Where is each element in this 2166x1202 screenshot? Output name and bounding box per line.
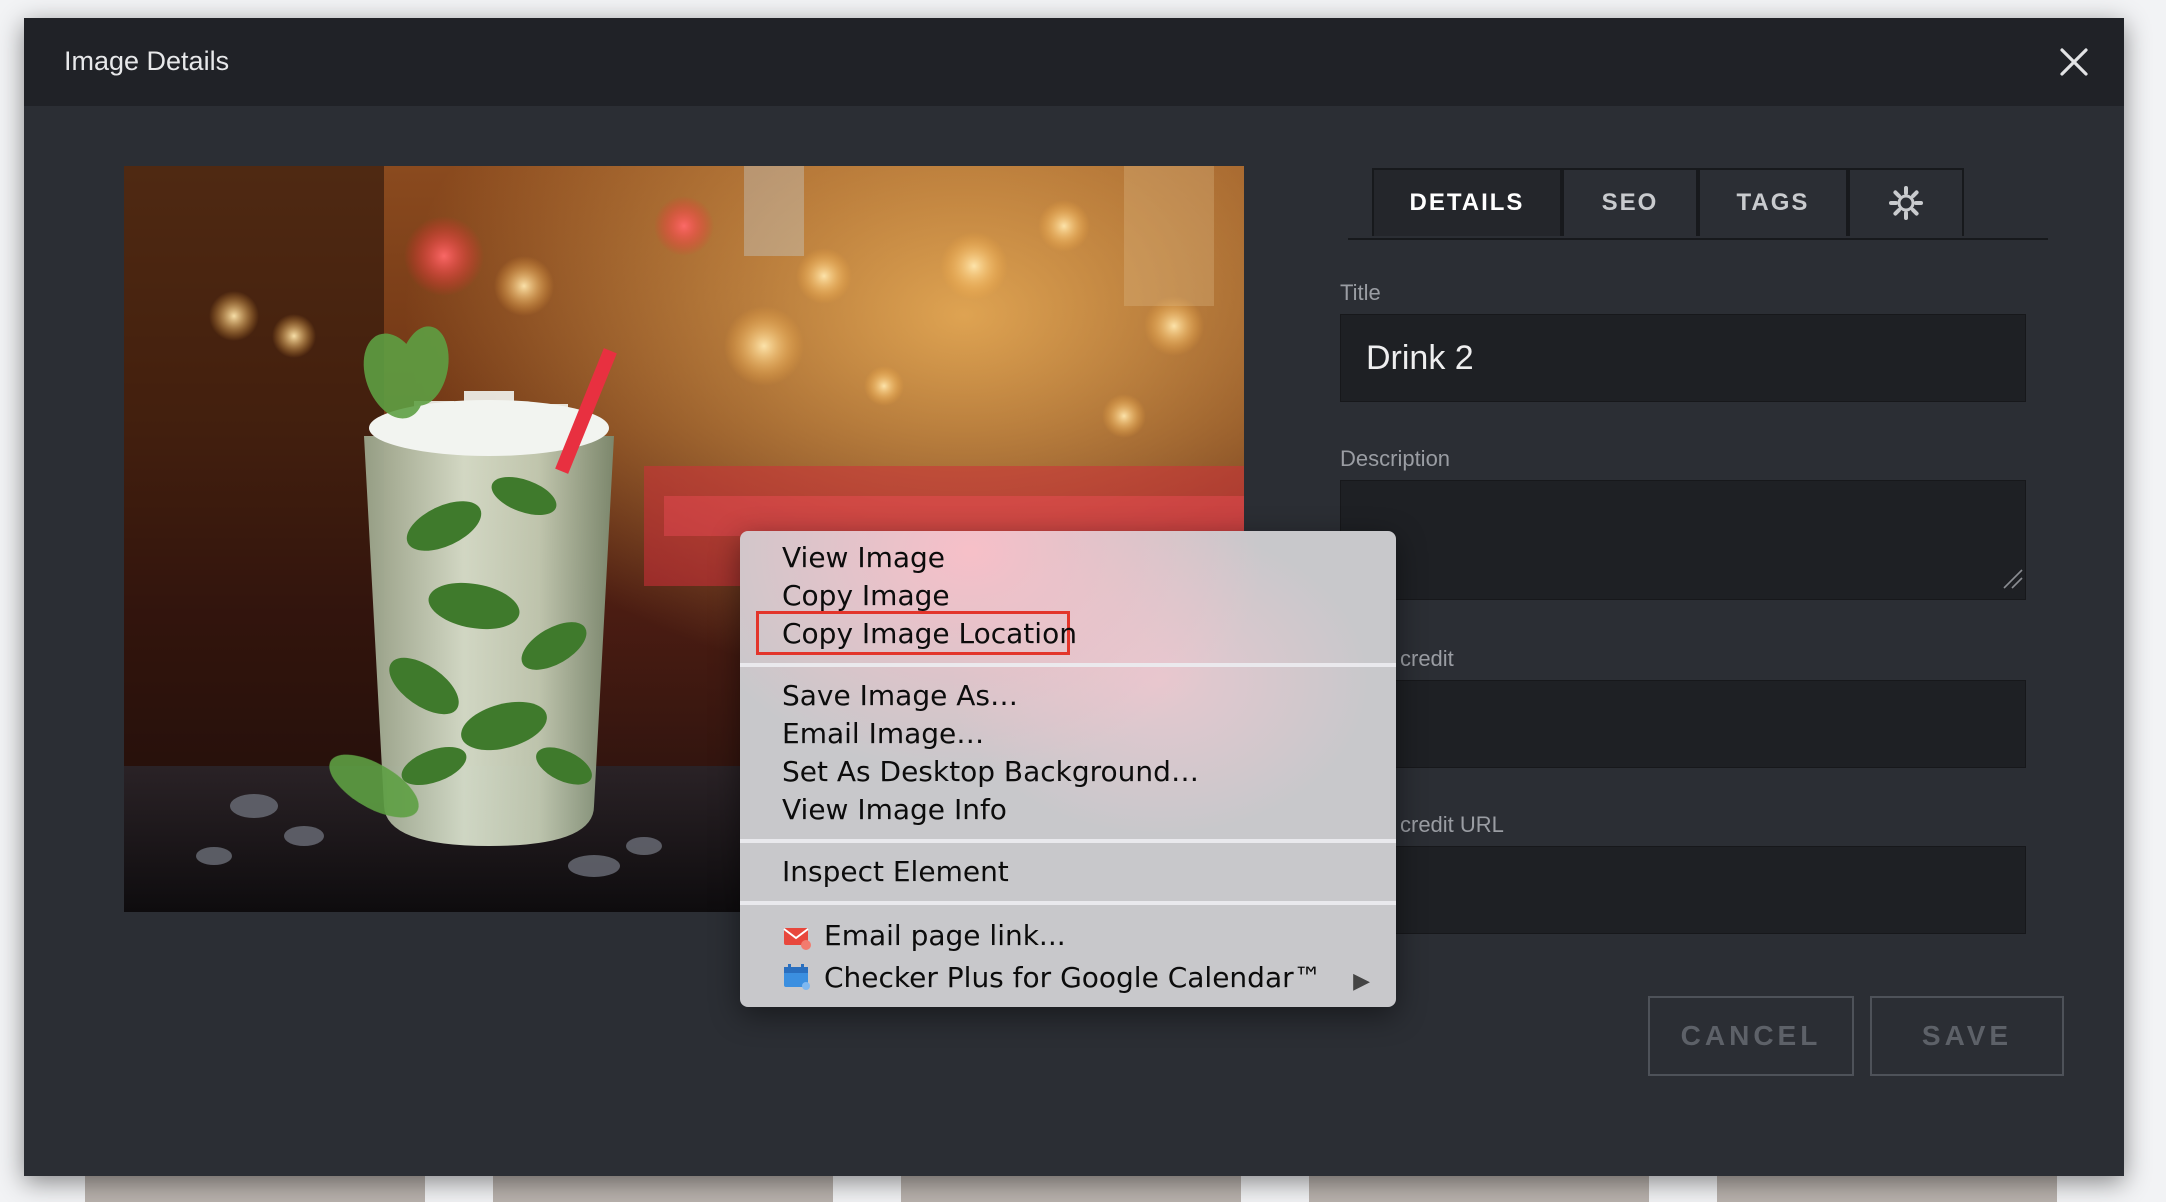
email-icon <box>783 928 811 950</box>
menu-separator <box>740 663 1396 667</box>
close-button[interactable] <box>2054 42 2094 82</box>
tab-settings[interactable] <box>1848 168 1964 236</box>
menu-separator <box>740 839 1396 843</box>
photo-credit-url-input[interactable] <box>1340 846 2026 934</box>
modal-header: Image Details <box>24 18 2124 106</box>
photo-credit-input[interactable] <box>1340 680 2026 768</box>
save-button[interactable]: SAVE <box>1870 996 2064 1076</box>
tab-seo[interactable]: SEO <box>1562 168 1698 236</box>
menu-item-email-page-link[interactable]: Email page link... <box>824 919 1066 952</box>
calendar-icon <box>784 964 810 990</box>
background-thumbnail-strip <box>85 1176 2085 1202</box>
submenu-arrow-icon: ▶ <box>1353 968 1370 993</box>
tab-tags[interactable]: TAGS <box>1698 168 1848 236</box>
menu-item-checker-plus[interactable]: Checker Plus for Google Calendar™ <box>824 961 1322 994</box>
background-thumbnail <box>901 1176 1241 1202</box>
photo-credit-url-label: credit URL <box>1400 812 1504 837</box>
cancel-button[interactable]: CANCEL <box>1648 996 1854 1076</box>
background-thumbnail <box>1309 1176 1649 1202</box>
tab-details[interactable]: DETAILS <box>1372 168 1562 236</box>
menu-item-email-image[interactable]: Email Image… <box>782 717 984 750</box>
background-thumbnail <box>493 1176 833 1202</box>
menu-item-set-desktop-background[interactable]: Set As Desktop Background… <box>782 755 1199 788</box>
gear-icon <box>1889 186 1923 220</box>
title-label: Title <box>1340 280 1381 305</box>
menu-item-view-image-info[interactable]: View Image Info <box>782 793 1007 826</box>
background-thumbnail <box>85 1176 425 1202</box>
menu-item-save-image-as[interactable]: Save Image As… <box>782 679 1018 712</box>
context-menu: View Image Copy Image Copy Image Locatio… <box>740 531 1396 1007</box>
resize-handle-icon[interactable] <box>2000 566 2024 590</box>
modal-title: Image Details <box>64 46 230 76</box>
menu-separator <box>740 901 1396 905</box>
description-label: Description <box>1340 446 1451 471</box>
title-input[interactable] <box>1340 314 2026 402</box>
description-textarea[interactable] <box>1340 480 2026 600</box>
background-thumbnail <box>1717 1176 2057 1202</box>
tab-bar: DETAILS SEO TAGS <box>1348 168 2048 240</box>
menu-item-copy-image[interactable]: Copy Image <box>782 579 950 612</box>
menu-item-view-image[interactable]: View Image <box>782 541 945 574</box>
menu-item-copy-image-location[interactable]: Copy Image Location <box>782 617 1077 650</box>
close-icon <box>2060 48 2088 76</box>
photo-credit-label: credit <box>1400 646 1454 671</box>
menu-item-inspect-element[interactable]: Inspect Element <box>782 855 1009 888</box>
